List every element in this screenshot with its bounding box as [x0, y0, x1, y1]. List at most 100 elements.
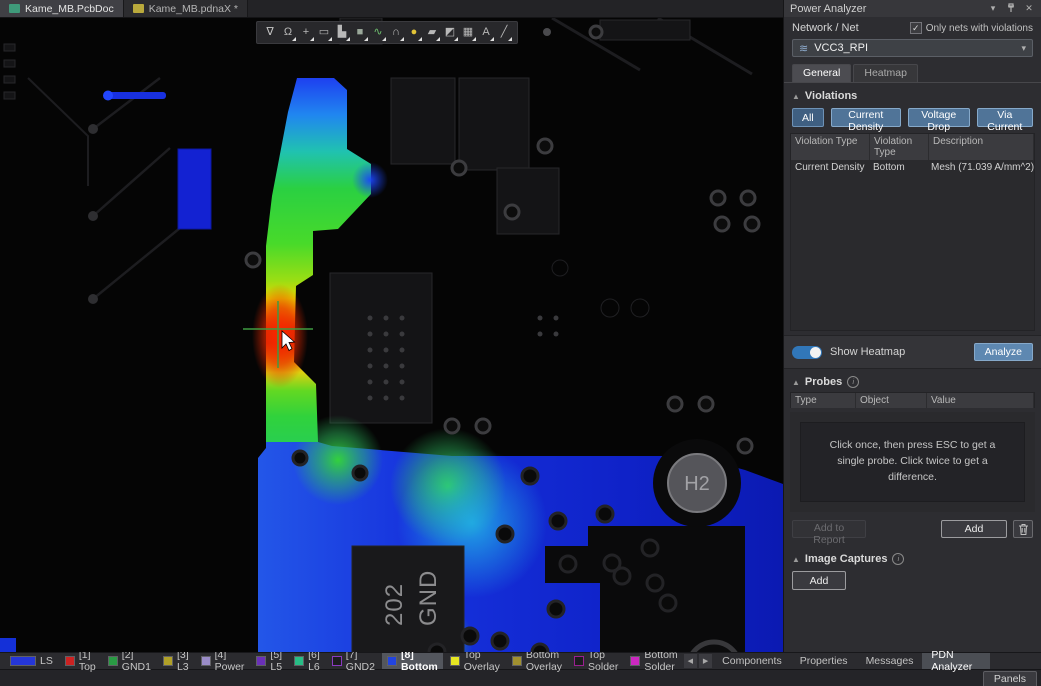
pin-icon[interactable] — [1005, 3, 1017, 15]
chevron-down-icon: ▾ — [1021, 43, 1026, 54]
layer-tab-2-gnd1[interactable]: [2] GND1 — [103, 653, 156, 669]
filter-current-density-button[interactable]: Current Density — [831, 108, 901, 127]
tab-general[interactable]: General — [792, 64, 851, 82]
layer-tab-4-power[interactable]: [4] Power — [196, 653, 250, 669]
filter-all-button[interactable]: All — [792, 108, 824, 127]
crosshair-icon[interactable]: + — [297, 24, 315, 42]
violations-table[interactable]: Violation Type Violation Type Descriptio… — [790, 133, 1035, 331]
collapse-triangle-icon: ▲ — [792, 555, 800, 564]
layer-color-swatch — [10, 656, 36, 666]
violations-section-header[interactable]: ▲ Violations — [784, 83, 1041, 106]
svg-text:202: 202 — [381, 583, 408, 626]
layer-tab-7-gnd2[interactable]: [7] GND2 — [327, 653, 380, 669]
layer-tab-3-l3[interactable]: [3] L3 — [158, 653, 194, 669]
only-violations-checkbox[interactable]: ✓ Only nets with violations — [910, 22, 1033, 34]
layer-tab-ls[interactable]: LS — [5, 653, 58, 669]
image-captures-section-header[interactable]: ▲ Image Captures i — [784, 546, 1041, 569]
pdn-doc-icon — [133, 4, 144, 13]
mounting-hole-h2[interactable]: H2 — [653, 439, 741, 527]
measure-area-icon[interactable]: ◩ — [441, 24, 459, 42]
info-icon: i — [892, 553, 904, 565]
panel-tab-properties[interactable]: Properties — [791, 653, 857, 669]
snap-magnet-icon[interactable]: Ω — [279, 24, 297, 42]
graph-capture-icon[interactable]: ▦ — [459, 24, 477, 42]
bar-spacer — [990, 653, 1041, 669]
info-icon: i — [847, 376, 859, 388]
probes-section-header[interactable]: ▲ Probes i — [784, 369, 1041, 392]
filter-icon[interactable]: ∇ — [261, 24, 279, 42]
doc-tab-kame-mb-pdnax[interactable]: Kame_MB.pdnaX * — [124, 0, 248, 17]
add-to-report-button[interactable]: Add to Report — [792, 520, 866, 538]
scroll-left-icon[interactable]: ◀ — [684, 654, 697, 668]
network-net-label: Network / Net — [792, 22, 859, 34]
layer-tab-6-l6[interactable]: [6] L6 — [289, 653, 325, 669]
panel-mode-tabs: GeneralHeatmap — [784, 64, 1041, 83]
layer-color-swatch — [65, 656, 75, 666]
layer-bar: LS[1] Top[2] GND1[3] L3[4] Power[5] L5[6… — [0, 652, 1041, 669]
layer-color-swatch — [332, 656, 342, 666]
layer-color-swatch — [108, 656, 118, 666]
violations-table-body — [791, 175, 1034, 330]
document-tabbar: Kame_MB.PcbDocKame_MB.pdnaX * — [0, 0, 783, 18]
pcb-artwork[interactable]: H2 202 GND — [0, 18, 783, 652]
layer-color-swatch — [163, 656, 173, 666]
panel-header: Power Analyzer ▾ ✕ — [784, 0, 1041, 17]
svg-text:GND: GND — [415, 570, 442, 626]
scroll-right-icon[interactable]: ▶ — [699, 654, 712, 668]
draw-line-icon[interactable]: ╱ — [495, 24, 513, 42]
polygon-pour-icon[interactable]: ▰ — [423, 24, 441, 42]
layer-tab-1-top[interactable]: [1] Top — [60, 653, 101, 669]
panel-tab-pdn-analyzer[interactable]: PDN Analyzer — [922, 653, 990, 669]
filter-via-current-button[interactable]: Via Current — [977, 108, 1033, 127]
layer-tab-top-overlay[interactable]: Top Overlay — [445, 653, 505, 669]
layer-tab-bottom-overlay[interactable]: Bottom Overlay — [507, 653, 567, 669]
select-area-icon[interactable]: ▭ — [315, 24, 333, 42]
violation-filters: All Current Density Voltage Drop Via Curren… — [784, 106, 1041, 133]
layer-tab-5-l5[interactable]: [5] L5 — [251, 653, 287, 669]
add-probe-button[interactable]: Add — [941, 520, 1007, 538]
layer-tab-bottom-solder[interactable]: Bottom Solder — [625, 653, 682, 669]
layer-color-swatch — [201, 656, 211, 666]
panel-tab-components[interactable]: Components — [713, 653, 791, 669]
layer-color-swatch — [256, 656, 266, 666]
delete-probe-button[interactable] — [1013, 520, 1033, 538]
highlight-bulb-icon[interactable]: ● — [405, 24, 423, 42]
probes-empty-area: Click once, then press ESC to get a sing… — [790, 412, 1035, 512]
tab-heatmap[interactable]: Heatmap — [853, 64, 918, 82]
layer-color-swatch — [630, 656, 640, 666]
panels-button[interactable]: Panels — [983, 671, 1037, 686]
layer-color-swatch — [387, 656, 397, 666]
violations-table-header: Violation Type Violation Type Descriptio… — [791, 134, 1034, 160]
meander-icon[interactable]: ∩ — [387, 24, 405, 42]
route-curve-icon[interactable]: ∿ — [369, 24, 387, 42]
fill-region-icon[interactable]: ■ — [351, 24, 369, 42]
panel-menu-icon[interactable]: ▾ — [987, 3, 999, 14]
add-capture-button[interactable]: Add — [792, 571, 846, 590]
panel-tab-messages[interactable]: Messages — [857, 653, 923, 669]
layer-tab-8-bottom[interactable]: [8] Bottom — [382, 653, 443, 669]
power-analyzer-panel: Power Analyzer ▾ ✕ Network / Net ✓ Only … — [783, 0, 1041, 652]
collapse-triangle-icon: ▲ — [792, 378, 800, 387]
layer-tabs: LS[1] Top[2] GND1[3] L3[4] Power[5] L5[6… — [0, 653, 683, 669]
close-icon[interactable]: ✕ — [1023, 3, 1035, 14]
show-heatmap-toggle[interactable] — [792, 346, 822, 359]
place-bars-icon[interactable]: ▙ — [333, 24, 351, 42]
layer-tab-top-solder[interactable]: Top Solder — [569, 653, 623, 669]
doc-tab-kame-mb-pcbdoc[interactable]: Kame_MB.PcbDoc — [0, 0, 124, 17]
panel-tabs: ComponentsPropertiesMessagesPDN Analyzer — [713, 653, 990, 669]
probes-table-header: Type Object Value — [791, 393, 1034, 408]
pcb-canvas[interactable]: ∇Ω+▭▙■∿∩●▰◩▦A╱ — [0, 18, 783, 652]
show-heatmap-label: Show Heatmap — [830, 346, 905, 358]
violation-row[interactable]: Current Density Bottom Mesh (71.039 A/mm… — [791, 160, 1034, 175]
collapse-triangle-icon: ▲ — [792, 92, 800, 101]
panel-title: Power Analyzer — [790, 3, 981, 15]
text-string-icon[interactable]: A — [477, 24, 495, 42]
filter-voltage-drop-button[interactable]: Voltage Drop — [908, 108, 970, 127]
altium-window: Kame_MB.PcbDocKame_MB.pdnaX * ∇Ω+▭▙■∿∩●▰… — [0, 0, 1041, 686]
canvas-toolbar: ∇Ω+▭▙■∿∩●▰◩▦A╱ — [256, 21, 518, 44]
analyze-button[interactable]: Analyze — [974, 343, 1033, 361]
hole-label: H2 — [684, 473, 710, 495]
layer-color-swatch — [512, 656, 522, 666]
net-icon: ≋ — [799, 42, 808, 55]
net-select-dropdown[interactable]: ≋ VCC3_RPI ▾ — [792, 39, 1033, 57]
